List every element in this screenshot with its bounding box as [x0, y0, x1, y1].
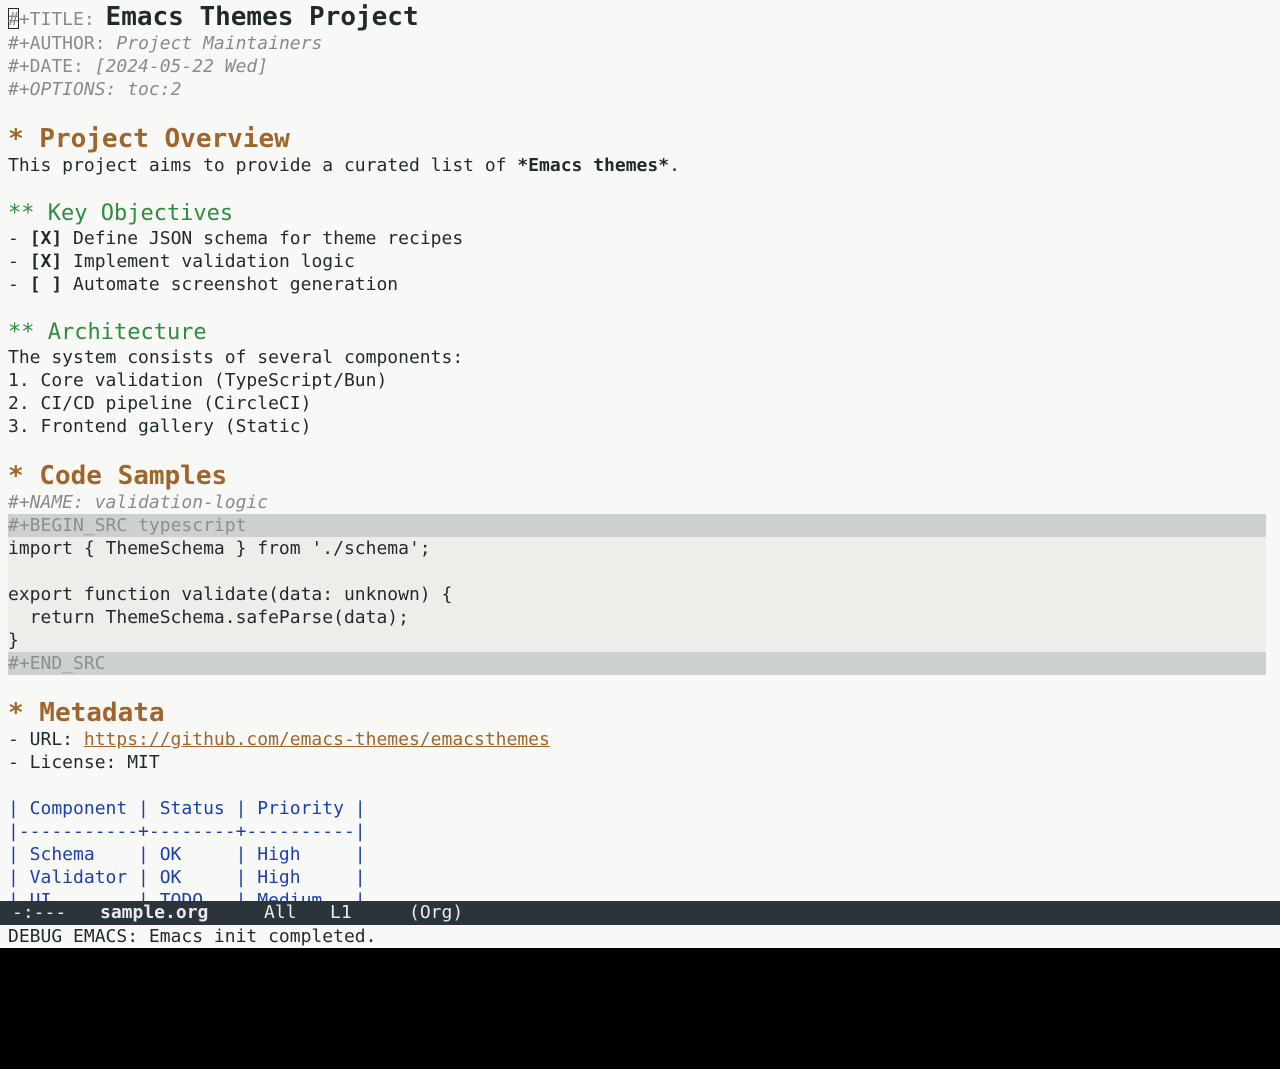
url-line: - URL: https://github.com/emacs-themes/e…: [8, 728, 550, 751]
title-keyword: #+TITLE:: [8, 9, 95, 30]
modeline-position: All: [264, 902, 297, 923]
code-line: return ThemeSchema.safeParse(data);: [8, 607, 409, 628]
architecture-item: 1. Core validation (TypeScript/Bun): [8, 370, 388, 391]
options-keyword: #+OPTIONS:: [8, 79, 117, 100]
modeline-line-number: L1: [330, 902, 352, 923]
echo-area: DEBUG EMACS: Emacs init completed.: [8, 926, 377, 947]
architecture-item: 3. Frontend gallery (Static): [8, 416, 312, 437]
emacs-frame: #+TITLE: Emacs Themes Project #+AUTHOR: …: [0, 0, 1280, 948]
list-bullet: -: [8, 251, 30, 272]
modeline-major-mode[interactable]: (Org): [409, 901, 463, 925]
architecture-item: 2. CI/CD pipeline (CircleCI): [8, 393, 312, 414]
begin-src-line: #+BEGIN_SRC typescript: [8, 514, 246, 537]
options-line: #+OPTIONS: toc:2: [8, 78, 181, 101]
table-row[interactable]: | UI | TODO | Medium |: [8, 889, 366, 901]
end-src-line: #+END_SRC: [8, 653, 106, 674]
list-bullet: -: [8, 274, 30, 295]
heading-code-samples[interactable]: * Code Samples: [8, 461, 227, 491]
objective-item[interactable]: - [ ] Automate screenshot generation: [8, 273, 398, 296]
title-line: #+TITLE: Emacs Themes Project: [8, 3, 419, 31]
repository-link[interactable]: https://github.com/emacs-themes/emacsthe…: [84, 729, 550, 750]
checkbox[interactable]: [ ]: [30, 274, 63, 295]
code-line: import { ThemeSchema } from './schema';: [8, 538, 431, 559]
heading-key-objectives[interactable]: ** Key Objectives: [8, 200, 233, 227]
author-keyword: #+AUTHOR:: [8, 33, 106, 54]
date-line: #+DATE: [2024-05-22 Wed]: [8, 55, 268, 78]
heading-project-overview[interactable]: * Project Overview: [8, 124, 290, 154]
src-language: typescript: [138, 515, 247, 536]
list-bullet: -: [8, 228, 30, 249]
date-keyword: #+DATE:: [8, 56, 84, 77]
heading-architecture[interactable]: ** Architecture: [8, 319, 207, 346]
overview-period: .: [669, 155, 680, 176]
heading-metadata[interactable]: * Metadata: [8, 698, 165, 728]
options-value: toc:2: [127, 79, 182, 100]
table-header-row[interactable]: | Component | Status | Priority |: [8, 797, 366, 820]
mode-line[interactable]: -:--- sample.org All L1 (Org): [0, 901, 1280, 925]
document-title: Emacs Themes Project: [105, 2, 419, 32]
modeline-status: -:---: [12, 902, 67, 923]
end-src-bar: [8, 652, 1266, 675]
objective-text: Automate screenshot generation: [62, 274, 399, 295]
begin-src-keyword: #+BEGIN_SRC: [8, 515, 128, 536]
objective-text: Implement validation logic: [62, 251, 355, 272]
overview-text: This project aims to provide a curated l…: [8, 155, 518, 176]
name-value: validation-logic: [94, 492, 269, 513]
objective-text: Define JSON schema for theme recipes: [62, 228, 464, 249]
org-buffer[interactable]: #+TITLE: Emacs Themes Project #+AUTHOR: …: [0, 0, 1280, 901]
code-line: }: [8, 630, 19, 651]
modeline-buffer-name[interactable]: sample.org: [100, 901, 208, 925]
author-value: Project Maintainers: [116, 33, 323, 54]
objective-item[interactable]: - [X] Implement validation logic: [8, 250, 355, 273]
overview-bold-text: *Emacs themes*: [517, 155, 670, 176]
author-line: #+AUTHOR: Project Maintainers: [8, 32, 322, 55]
date-value: [2024-05-22 Wed]: [94, 56, 269, 77]
checkbox[interactable]: [X]: [30, 228, 63, 249]
checkbox[interactable]: [X]: [30, 251, 63, 272]
code-line: export function validate(data: unknown) …: [8, 584, 453, 605]
overview-paragraph: This project aims to provide a curated l…: [8, 154, 680, 177]
architecture-intro: The system consists of several component…: [8, 347, 464, 368]
license-line: - License: MIT: [8, 752, 160, 773]
table-separator: |-----------+--------+----------|: [8, 821, 366, 842]
src-name-line: #+NAME: validation-logic: [8, 491, 268, 514]
objective-item[interactable]: - [X] Define JSON schema for theme recip…: [8, 227, 463, 250]
name-keyword: #+NAME:: [8, 492, 84, 513]
table-row[interactable]: | Validator | OK | High |: [8, 866, 366, 889]
table-row[interactable]: | Schema | OK | High |: [8, 843, 366, 866]
url-label: - URL:: [8, 729, 84, 750]
